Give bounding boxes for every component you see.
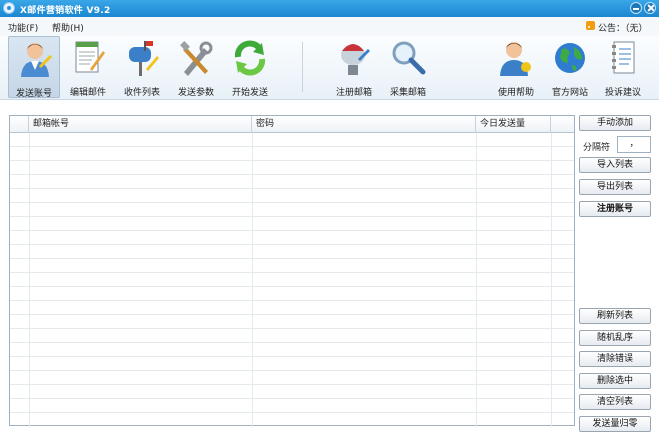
globe-icon xyxy=(555,43,585,73)
export-list-button[interactable]: 导出列表 xyxy=(579,179,651,195)
column-header-index xyxy=(10,116,29,133)
tool-official-site[interactable]: 官方网站 xyxy=(544,36,596,98)
magnifier-icon xyxy=(392,41,426,75)
notebook-icon xyxy=(612,41,635,74)
tool-label: 投诉建议 xyxy=(604,88,641,98)
import-list-button[interactable]: 导入列表 xyxy=(579,157,651,173)
close-button[interactable] xyxy=(644,2,656,14)
user-icon xyxy=(21,43,52,77)
grid-body[interactable] xyxy=(10,133,574,426)
tool-feedback[interactable]: 投诉建议 xyxy=(597,36,649,98)
tool-label: 发送账号 xyxy=(15,89,52,99)
manual-add-button[interactable]: 手动添加 xyxy=(579,115,651,131)
menu-help[interactable]: 帮助(H) xyxy=(52,21,84,34)
clear-errors-button[interactable]: 清除错误 xyxy=(579,351,651,367)
tools-icon xyxy=(180,41,213,76)
separator-label: 分隔符 xyxy=(583,143,611,153)
column-header-password[interactable]: 密码 xyxy=(252,116,476,133)
tool-label: 编辑邮件 xyxy=(69,88,106,98)
mailbox-icon xyxy=(129,41,159,76)
rss-icon xyxy=(586,21,595,30)
tool-label: 使用帮助 xyxy=(497,88,534,98)
announcement-text: 公告：（无） xyxy=(598,24,648,34)
register-mailbox-icon xyxy=(341,44,370,75)
refresh-list-button[interactable]: 刷新列表 xyxy=(579,308,651,324)
tool-send-account[interactable]: 发送账号 xyxy=(8,36,60,99)
app-logo-icon xyxy=(3,2,15,14)
account-grid[interactable]: 邮箱帐号 密码 今日发送量 xyxy=(9,115,575,426)
tool-edit-mail[interactable]: 编辑邮件 xyxy=(62,36,114,98)
register-account-button[interactable]: 注册账号 xyxy=(579,201,651,217)
tool-send-params[interactable]: 发送参数 xyxy=(170,36,222,98)
toolbar-separator xyxy=(302,42,303,92)
grid-divider xyxy=(551,133,552,426)
minimize-button[interactable] xyxy=(630,2,642,14)
menu-bar: 功能(F) 帮助(H) 公告：（无） xyxy=(0,17,659,36)
tool-label: 官方网站 xyxy=(551,88,588,98)
tool-collect-mailbox[interactable]: 采集邮箱 xyxy=(382,36,434,98)
tool-register-mailbox[interactable]: 注册邮箱 xyxy=(328,36,380,98)
edit-document-icon xyxy=(75,41,105,73)
shuffle-button[interactable]: 随机乱序 xyxy=(579,330,651,346)
column-header-today-sent[interactable]: 今日发送量 xyxy=(476,116,551,133)
tool-help[interactable]: 使用帮助 xyxy=(490,36,542,98)
window-title: X邮件营销软件 V9.2 xyxy=(20,6,111,16)
grid-divider xyxy=(29,133,30,426)
help-person-icon xyxy=(500,42,531,76)
reset-sent-button[interactable]: 发送量归零 xyxy=(579,416,651,432)
column-header-email[interactable]: 邮箱帐号 xyxy=(29,116,252,133)
tool-label: 收件列表 xyxy=(123,88,160,98)
separator-input[interactable]: ， xyxy=(617,136,651,153)
delete-selected-button[interactable]: 删除选中 xyxy=(579,373,651,389)
menu-function[interactable]: 功能(F) xyxy=(8,21,38,34)
title-bar: X邮件营销软件 V9.2 xyxy=(0,0,659,17)
tool-label: 采集邮箱 xyxy=(389,88,426,98)
tool-label: 开始发送 xyxy=(231,88,268,98)
tool-label: 注册邮箱 xyxy=(335,88,372,98)
tool-start-send[interactable]: 开始发送 xyxy=(224,36,276,98)
refresh-arrows-icon xyxy=(234,40,266,76)
toolbar: 发送账号 编辑邮件 收件列表 发送参数 开始发送 注册邮箱 采集邮箱 使用帮助 … xyxy=(0,36,659,100)
grid-divider xyxy=(252,133,253,426)
tool-recipient-list[interactable]: 收件列表 xyxy=(116,36,168,98)
clear-list-button[interactable]: 清空列表 xyxy=(579,394,651,410)
grid-header: 邮箱帐号 密码 今日发送量 xyxy=(10,116,574,133)
tool-label: 发送参数 xyxy=(177,88,214,98)
grid-divider xyxy=(476,133,477,426)
